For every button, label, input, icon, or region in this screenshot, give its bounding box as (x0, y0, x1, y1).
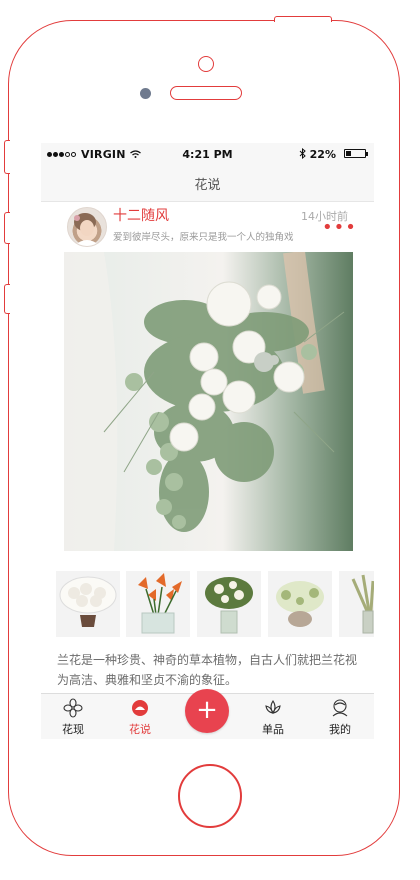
tab-items[interactable]: 单品 (243, 698, 303, 737)
proximity-sensor (198, 56, 214, 72)
tab-label: 花说 (129, 723, 151, 736)
app-screen: VIRGIN 4:21 PM 22% 花说 十二随风 14小时前 爱到彼岸尽头，… (41, 143, 374, 739)
thumbnail-image (197, 571, 261, 637)
username[interactable]: 十二随风 (113, 205, 169, 225)
bouquet-photo[interactable] (64, 252, 353, 551)
flower-icon (63, 698, 83, 718)
volume-down-button (4, 284, 10, 314)
bouquet-illustration (64, 252, 353, 551)
thumbnail-white-roses[interactable] (56, 571, 120, 637)
thumbnail-wheat-grass[interactable] (339, 571, 374, 637)
status-bar: VIRGIN 4:21 PM 22% (41, 143, 374, 165)
bluetooth-icon (299, 148, 306, 159)
thumbnail-hydrangea[interactable] (268, 571, 332, 637)
avatar-portrait (74, 213, 100, 246)
battery-icon (344, 149, 368, 158)
tab-label: 单品 (262, 723, 284, 736)
tab-label: 花现 (62, 723, 84, 736)
more-dots-icon[interactable]: ••• (322, 219, 356, 237)
tab-flower-talk[interactable]: 花说 (110, 698, 170, 737)
mute-switch (4, 140, 10, 174)
avatar[interactable] (67, 207, 107, 247)
tab-mine[interactable]: 我的 (310, 698, 370, 737)
earpiece-speaker (170, 86, 242, 100)
thumbnail-image (56, 571, 120, 637)
add-post-button[interactable]: + (185, 689, 229, 733)
lotus-icon (265, 700, 281, 714)
post-description: 兰花是一种珍贵、神奇的草本植物，自古人们就把兰花视为高洁、典雅和坚贞不渝的象征。 (57, 653, 358, 687)
chat-bubble-icon (132, 700, 148, 716)
thumbnail-image (126, 571, 190, 637)
tab-label: 我的 (329, 723, 351, 736)
page-title: 花说 (194, 178, 221, 193)
thumbnail-image (339, 571, 374, 637)
power-button (274, 16, 332, 22)
battery-percent: 22% (309, 148, 336, 161)
thumbnail-strip (41, 571, 374, 639)
volume-up-button (4, 212, 10, 244)
thumbnail-image (268, 571, 332, 637)
front-camera (140, 88, 151, 99)
user-icon (332, 699, 348, 717)
nav-bar: 花说 (41, 165, 374, 202)
thumbnail-orange-lilies[interactable] (126, 571, 190, 637)
user-signature: 爱到彼岸尽头，原来只是我一个人的独角戏 (113, 232, 294, 243)
tab-discover[interactable]: 花现 (43, 698, 103, 737)
home-button[interactable] (178, 764, 242, 828)
thumbnail-green-arrangement[interactable] (197, 571, 261, 637)
